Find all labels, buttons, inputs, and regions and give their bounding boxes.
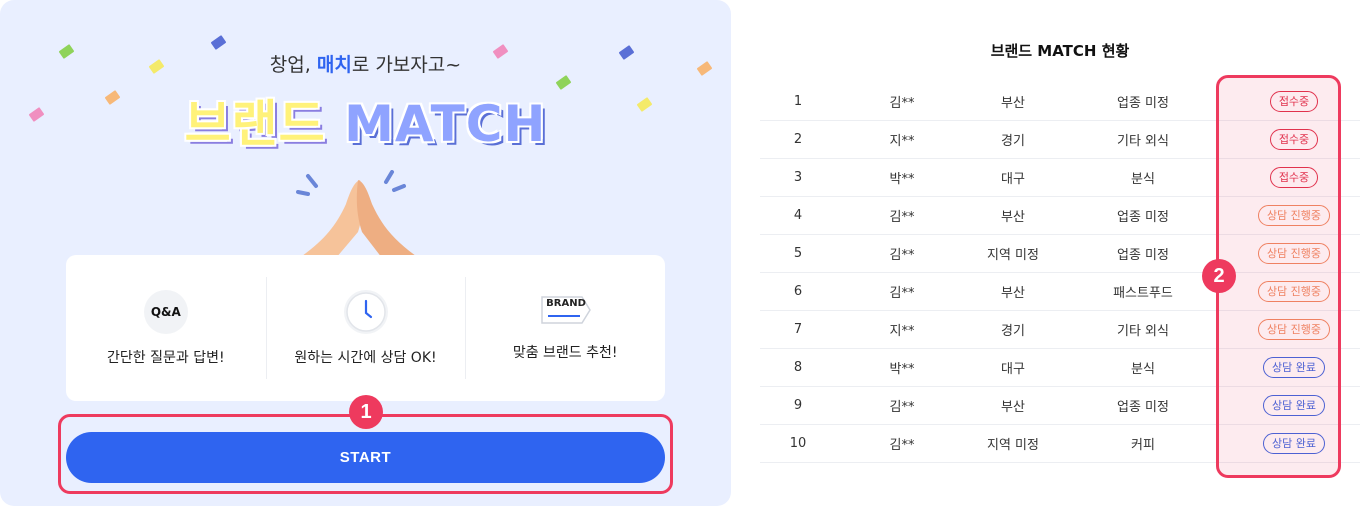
row-status-cell: 상담 진행중	[1228, 196, 1360, 235]
status-badge: 접수중	[1269, 129, 1319, 150]
row-status-cell: 접수중	[1228, 83, 1360, 121]
row-name: 김**	[836, 83, 968, 121]
row-region: 부산	[968, 83, 1058, 121]
row-name: 김**	[836, 272, 968, 311]
feature-card: Q&A 간단한 질문과 답변! 원하는 시간에 상담 OK! BRAND 맞춤 …	[66, 255, 665, 401]
row-region: 경기	[968, 310, 1058, 349]
status-badge: 상담 진행중	[1257, 243, 1331, 264]
row-number: 9	[760, 386, 836, 425]
row-number: 3	[760, 158, 836, 197]
row-industry: 분식	[1058, 158, 1228, 197]
feature-qa: Q&A 간단한 질문과 답변!	[66, 255, 266, 401]
row-status-cell: 접수중	[1228, 120, 1360, 159]
row-status-cell: 상담 진행중	[1228, 310, 1360, 349]
row-name: 박**	[836, 158, 968, 197]
hero-title-brand: 브랜드	[184, 95, 326, 153]
row-name: 김**	[836, 234, 968, 273]
row-region: 대구	[968, 158, 1058, 197]
row-region: 부산	[968, 196, 1058, 235]
row-industry: 업종 미정	[1058, 83, 1228, 121]
status-badge: 상담 진행중	[1257, 205, 1331, 226]
status-badge: 접수중	[1269, 91, 1319, 112]
row-status-cell: 상담 진행중	[1228, 272, 1360, 311]
row-name: 지**	[836, 310, 968, 349]
step-two-badge: 2	[1202, 259, 1236, 293]
table-row: 10 김** 지역 미정 커피 상담 완료	[760, 424, 1360, 463]
row-region: 경기	[968, 120, 1058, 159]
row-name: 김**	[836, 386, 968, 425]
confetti-decoration	[210, 35, 227, 50]
row-number: 5	[760, 234, 836, 273]
row-status-cell: 상담 완료	[1228, 348, 1360, 387]
table-row: 9 김** 부산 업종 미정 상담 완료	[760, 386, 1360, 425]
table-row: 3 박** 대구 분식 접수중	[760, 158, 1360, 197]
step-one-badge: 1	[349, 395, 383, 429]
row-number: 7	[760, 310, 836, 349]
row-region: 부산	[968, 272, 1058, 311]
high-five-illustration	[296, 170, 416, 258]
row-industry: 기타 외식	[1058, 120, 1228, 159]
start-button[interactable]: START	[66, 432, 665, 483]
row-industry: 커피	[1058, 424, 1228, 463]
row-number: 6	[760, 272, 836, 311]
table-row: 1 김** 부산 업종 미정 접수중	[760, 83, 1360, 121]
row-status-cell: 접수중	[1228, 158, 1360, 197]
row-name: 김**	[836, 196, 968, 235]
feature-label: 맞춤 브랜드 추천!	[512, 344, 618, 361]
row-number: 10	[760, 424, 836, 463]
row-number: 4	[760, 196, 836, 235]
row-industry: 기타 외식	[1058, 310, 1228, 349]
row-region: 대구	[968, 348, 1058, 387]
row-number: 2	[760, 120, 836, 159]
status-badge: 접수중	[1269, 167, 1319, 188]
row-status-cell: 상담 완료	[1228, 424, 1360, 463]
row-status-cell: 상담 완료	[1228, 386, 1360, 425]
feature-time: 원하는 시간에 상담 OK!	[265, 255, 466, 401]
row-region: 지역 미정	[968, 424, 1058, 463]
status-badge: 상담 완료	[1263, 357, 1325, 378]
brand-tag-text: BRAND	[546, 297, 586, 309]
tagline-highlight: 매치	[316, 54, 352, 76]
table-row: 2 지** 경기 기타 외식 접수중	[760, 120, 1360, 159]
row-status-cell: 상담 진행중	[1228, 234, 1360, 273]
clock-icon	[343, 289, 388, 334]
status-badge: 상담 진행중	[1257, 319, 1331, 340]
intro-panel: 창업, 매치로 가보자고~ 브랜드 MATCH Q&A 간단한 질문과 답변! …	[0, 0, 731, 506]
row-industry: 업종 미정	[1058, 234, 1228, 273]
status-badge: 상담 진행중	[1257, 281, 1331, 302]
feature-brand: BRAND 맞춤 브랜드 추천!	[465, 255, 665, 401]
hero-title: 브랜드 MATCH	[0, 84, 731, 156]
qa-bubble-icon: Q&A	[143, 289, 188, 334]
feature-label: 간단한 질문과 답변!	[107, 349, 225, 366]
row-number: 1	[760, 83, 836, 121]
status-title: 브랜드 MATCH 현황	[990, 42, 1130, 60]
row-name: 김**	[836, 424, 968, 463]
table-row: 6 김** 부산 패스트푸드 상담 진행중	[760, 272, 1360, 311]
hero-title-match: MATCH	[344, 95, 547, 153]
row-name: 박**	[836, 348, 968, 387]
row-industry: 분식	[1058, 348, 1228, 387]
row-industry: 업종 미정	[1058, 386, 1228, 425]
table-row: 5 김** 지역 미정 업종 미정 상담 진행중	[760, 234, 1360, 273]
row-region: 지역 미정	[968, 234, 1058, 273]
table-row: 8 박** 대구 분식 상담 완료	[760, 348, 1360, 387]
row-industry: 업종 미정	[1058, 196, 1228, 235]
match-status-table: 1 김** 부산 업종 미정 접수중 2 지** 경기 기타 외식 접수중 3 박** 대구 분식 접수중 4…	[760, 83, 1360, 463]
status-badge: 상담 완료	[1263, 433, 1325, 454]
row-region: 부산	[968, 386, 1058, 425]
hero-tagline: 창업, 매치로 가보자고~	[269, 54, 462, 76]
feature-label: 원하는 시간에 상담 OK!	[294, 349, 437, 366]
status-badge: 상담 완료	[1263, 395, 1325, 416]
table-row: 4 김** 부산 업종 미정 상담 진행중	[760, 196, 1360, 235]
table-row: 7 지** 경기 기타 외식 상담 진행중	[760, 310, 1360, 349]
row-number: 8	[760, 348, 836, 387]
row-name: 지**	[836, 120, 968, 159]
brand-tag-icon: BRAND	[540, 295, 592, 324]
